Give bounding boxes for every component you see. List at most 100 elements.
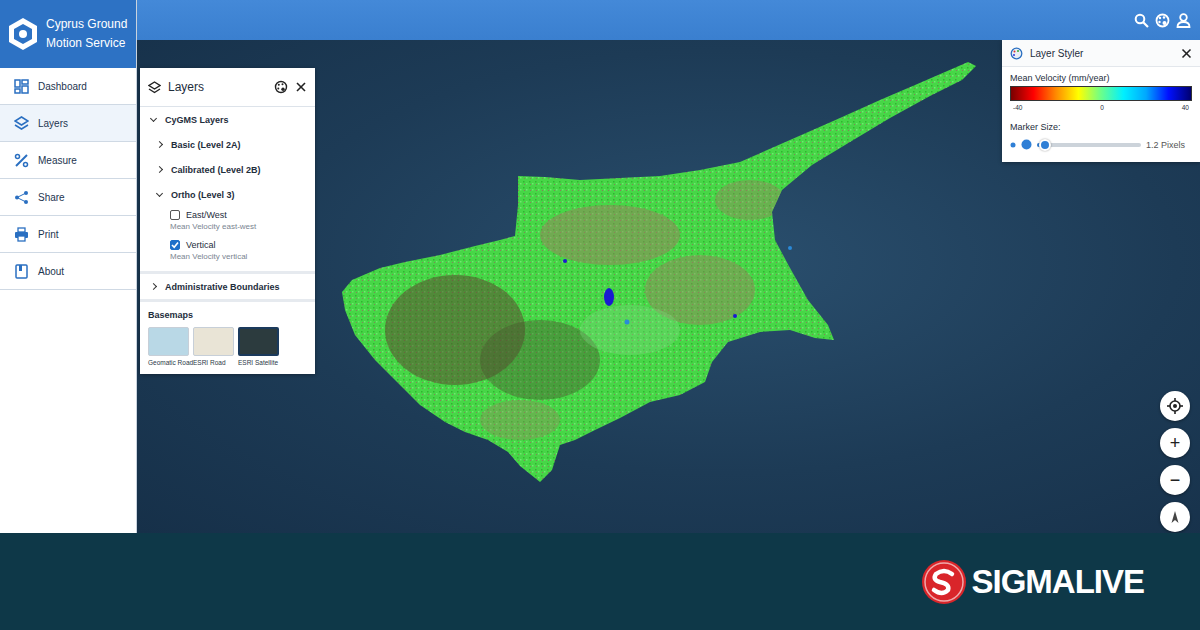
sidebar-label: Share xyxy=(38,192,65,203)
print-icon xyxy=(14,227,29,242)
measure-icon xyxy=(14,153,29,168)
color-ramp xyxy=(1010,86,1192,101)
sidebar-item[interactable]: Measure xyxy=(0,142,136,179)
brand-logo: SIGMALIVE xyxy=(921,559,1144,605)
target-icon xyxy=(1167,398,1183,414)
legend-title: Mean Velocity (mm/year) xyxy=(1010,73,1192,83)
sidebar-item[interactable]: Layers xyxy=(0,105,136,142)
sigmalive-swirl-icon xyxy=(921,559,967,605)
section-label: Basemaps xyxy=(148,310,193,320)
layer-description: Mean Velocity vertical xyxy=(170,252,307,267)
basemap-option[interactable]: Geomatic Road xyxy=(148,327,189,366)
palette-icon xyxy=(1010,47,1023,60)
basemaps-section: Basemaps Geomatic Road ESRI Road ESRI Satel… xyxy=(140,299,315,374)
group-label: CyGMS Layers xyxy=(165,115,229,125)
map-view[interactable]: Layers CyGMS Layers Basic (Level 2A) Calibr… xyxy=(137,40,1200,533)
group-row[interactable]: CyGMS Layers xyxy=(148,107,307,132)
dashboard-icon xyxy=(14,79,29,94)
chevron-icon xyxy=(150,283,157,290)
map-controls: +− xyxy=(1160,391,1190,532)
sidebar-item[interactable]: About xyxy=(0,253,136,290)
check-icon xyxy=(171,241,179,249)
basemaps-title: Basemaps xyxy=(148,302,307,327)
slider-thumb[interactable] xyxy=(1039,139,1051,151)
palette-icon xyxy=(274,80,288,94)
zoom-in-button[interactable]: + xyxy=(1160,428,1190,458)
app-body: Cyprus Ground Motion Service Dashboard Lay… xyxy=(0,0,1200,533)
subgroup-row[interactable]: Ortho (Level 3) xyxy=(148,182,307,207)
subgroup-label: Calibrated (Level 2B) xyxy=(171,165,261,175)
layer-item: Vertical Mean Velocity vertical xyxy=(148,237,307,267)
chevron-icon xyxy=(156,141,163,148)
layer-label: Vertical xyxy=(186,240,216,250)
share-icon xyxy=(14,190,29,205)
styler-body: Mean Velocity (mm/year) -40 0 40 Marker Size… xyxy=(1002,67,1200,150)
legend-tick: -40 xyxy=(1013,104,1022,111)
sidebar-label: Dashboard xyxy=(38,81,87,92)
basemap-thumbnail[interactable] xyxy=(148,327,189,356)
sidebar-label: Layers xyxy=(38,118,68,129)
search-icon xyxy=(1134,13,1149,28)
legend-ticks: -40 0 40 xyxy=(1010,104,1192,111)
layer-toggle[interactable]: Vertical xyxy=(170,237,307,252)
layer-checkbox[interactable] xyxy=(170,240,180,250)
subgroup-row[interactable]: Calibrated (Level 2B) xyxy=(148,157,307,182)
group-row[interactable]: Administrative Boundaries xyxy=(148,274,307,299)
sidebar-item[interactable]: Dashboard xyxy=(0,68,136,105)
layers-icon xyxy=(148,81,161,94)
zoom-out-button[interactable]: − xyxy=(1160,465,1190,495)
subgroup-row[interactable]: Basic (Level 2A) xyxy=(148,132,307,157)
marker-size-row: 1.2 Pixels xyxy=(1010,139,1192,150)
sidebar-label: Measure xyxy=(38,155,77,166)
basemap-label: ESRI Road xyxy=(193,359,234,366)
basemap-thumbnail[interactable] xyxy=(193,327,234,356)
app-title: Cyprus Ground Motion Service xyxy=(46,15,128,53)
layer-group: Administrative Boundaries xyxy=(140,271,315,299)
sidebar-item[interactable]: Print xyxy=(0,216,136,253)
chevron-icon xyxy=(150,114,157,121)
layer-group: CyGMS Layers Basic (Level 2A) Calibrated (… xyxy=(140,107,315,271)
sidebar: Cyprus Ground Motion Service Dashboard Lay… xyxy=(0,0,137,533)
top-bar xyxy=(137,0,1200,40)
app-logo[interactable]: Cyprus Ground Motion Service xyxy=(0,0,136,68)
layers-icon xyxy=(14,116,29,131)
close-icon xyxy=(1181,48,1192,59)
basemap-option[interactable]: ESRI Road xyxy=(193,327,234,366)
layer-checkbox[interactable] xyxy=(170,210,180,220)
legend-tick: 0 xyxy=(1100,104,1104,111)
layer-toggle[interactable]: East/West xyxy=(170,207,307,222)
locate-button[interactable] xyxy=(1160,391,1190,421)
brand-name: SIGMALIVE xyxy=(971,563,1144,601)
close-icon xyxy=(295,81,307,93)
palette-icon xyxy=(1155,13,1170,28)
basemap-option[interactable]: ESRI Satellite xyxy=(238,327,279,366)
main-area: Layers CyGMS Layers Basic (Level 2A) Calibr… xyxy=(137,0,1200,533)
sidebar-label: Print xyxy=(38,229,59,240)
compass-button[interactable] xyxy=(1160,502,1190,532)
basemap-list: Geomatic Road ESRI Road ESRI Satellite xyxy=(148,327,307,374)
marker-size-reading: 1.2 Pixels xyxy=(1146,140,1185,150)
legend-tick: 40 xyxy=(1182,104,1189,111)
sidebar-item[interactable]: Share xyxy=(0,179,136,216)
panel-title: Layers xyxy=(168,80,267,94)
basemap-thumbnail[interactable] xyxy=(238,327,279,356)
styler-header: Layer Styler xyxy=(1002,40,1200,67)
layer-item: East/West Mean Velocity east-west xyxy=(148,207,307,237)
basemap-label: ESRI Satellite xyxy=(238,359,279,366)
marker-size-label: Marker Size: xyxy=(1010,122,1192,132)
chevron-icon xyxy=(156,189,163,196)
panel-title: Layer Styler xyxy=(1030,48,1174,59)
layer-description: Mean Velocity east-west xyxy=(170,222,307,237)
chevron-icon xyxy=(156,166,163,173)
layer-styler-panel: Layer Styler Mean Velocity (mm/year) -40 0 4… xyxy=(1002,40,1200,162)
layers-panel-header: Layers xyxy=(140,68,315,107)
layers-panel: Layers CyGMS Layers Basic (Level 2A) Calibr… xyxy=(140,68,315,374)
hexagon-logo-icon xyxy=(8,17,38,51)
layer-label: East/West xyxy=(186,210,227,220)
subgroup-label: Ortho (Level 3) xyxy=(171,190,235,200)
size-large-icon xyxy=(1021,139,1032,150)
subgroup-label: Basic (Level 2A) xyxy=(171,140,241,150)
marker-size-slider[interactable] xyxy=(1037,143,1141,147)
basemap-label: Geomatic Road xyxy=(148,359,189,366)
footer-banner: SIGMALIVE xyxy=(0,533,1200,630)
